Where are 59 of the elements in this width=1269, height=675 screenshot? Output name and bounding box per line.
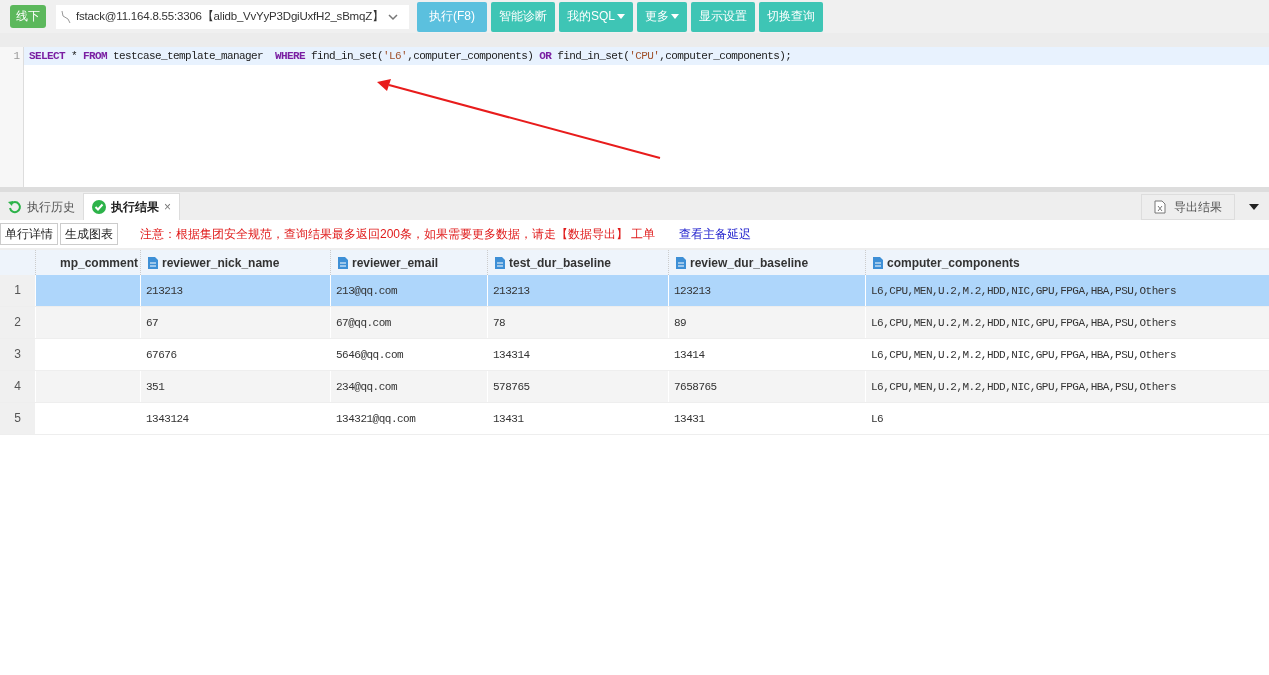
result-tab[interactable]: 执行结果 ×: [83, 193, 180, 220]
table-cell: 1343124: [146, 412, 189, 425]
document-icon: [148, 256, 158, 269]
action-button[interactable]: 单行详情: [0, 223, 58, 245]
table-cell: L6,CPU,MEN,U.2,M.2,HDD,NIC,GPU,FPGA,HBA,PSU,Others: [871, 316, 1177, 329]
table-cell: 213213: [146, 284, 183, 297]
action-button[interactable]: 生成图表: [60, 223, 118, 245]
table-cell: 13414: [674, 348, 705, 361]
row-number: 1: [0, 275, 35, 306]
table-cell: L6,CPU,MEN,U.2,M.2,HDD,NIC,GPU,FPGA,HBA,PSU,Others: [871, 284, 1177, 297]
row-number: 4: [0, 371, 35, 402]
table-cell: 67@qq.com: [336, 316, 391, 329]
table-cell: 5646@qq.com: [336, 348, 404, 361]
table-cell: 578765: [493, 380, 530, 393]
document-icon: [338, 256, 348, 269]
column-header[interactable]: reviewer_nick_name: [148, 255, 280, 270]
document-icon: [676, 256, 686, 269]
connection-selector[interactable]: fstack@11.164.8.55:3306【alidb_VvYyP3DgiUxfH2_sBmqZ】: [56, 4, 409, 29]
result-tab[interactable]: 执行历史: [0, 194, 83, 220]
table-cell: L6,CPU,MEN,U.2,M.2,HDD,NIC,GPU,FPGA,HBA,PSU,Others: [871, 380, 1177, 393]
table-cell: 351: [146, 380, 165, 393]
history-icon: [8, 200, 22, 214]
table-cell: 67676: [146, 348, 177, 361]
table-cell: 67: [146, 316, 159, 329]
table-cell: 213213: [493, 284, 530, 297]
table-cell: 13431: [674, 412, 705, 425]
row-number: 5: [0, 403, 35, 434]
column-header[interactable]: mp_comment: [59, 255, 138, 270]
environment-badge: 线下: [10, 5, 46, 28]
document-icon: [495, 256, 505, 269]
table-cell: L6,CPU,MEN,U.2,M.2,HDD,NIC,GPU,FPGA,HBA,PSU,Others: [871, 348, 1177, 361]
table-cell: 78: [493, 316, 506, 329]
export-results-button[interactable]: 导出结果: [1141, 194, 1235, 220]
table-cell: 7658765: [674, 380, 717, 393]
table-cell: 89: [674, 316, 687, 329]
column-header[interactable]: reviewer_email: [338, 255, 439, 270]
sql-code: SELECT * FROM testcase_template_manager WHERE find_in_set('L6',computer_components) OR find_in_set('CPU',computer_components);: [28, 50, 792, 62]
dropdown-caret-icon[interactable]: [1249, 204, 1259, 210]
table-cell: 134314: [493, 348, 530, 361]
table-cell: 134321@qq.com: [336, 412, 416, 425]
check-circle-icon: [92, 200, 106, 214]
column-header[interactable]: computer_components: [873, 255, 1020, 270]
table-cell: 13431: [493, 412, 524, 425]
table-cell: 123213: [674, 284, 711, 297]
close-tab-button[interactable]: ×: [164, 200, 171, 214]
table-cell: 213@qq.com: [336, 284, 397, 297]
row-number: 3: [0, 339, 35, 370]
table-cell: L6: [871, 412, 884, 425]
line-number: 1: [0, 47, 24, 65]
plug-icon: [60, 9, 72, 24]
column-header[interactable]: test_dur_baseline: [495, 255, 612, 270]
table-cell: 234@qq.com: [336, 380, 397, 393]
replication-delay-link[interactable]: 查看主备延迟: [679, 225, 752, 243]
column-header[interactable]: review_dur_baseline: [676, 255, 809, 270]
document-icon: [873, 256, 883, 269]
row-number: 2: [0, 307, 35, 338]
caret-icon: [387, 12, 398, 21]
notice-text: 注意：根据集团安全规范，查询结果最多返回200条，如果需要更多数据，请走【数据导出】 工单: [140, 225, 656, 243]
excel-file-icon: [1154, 200, 1166, 214]
